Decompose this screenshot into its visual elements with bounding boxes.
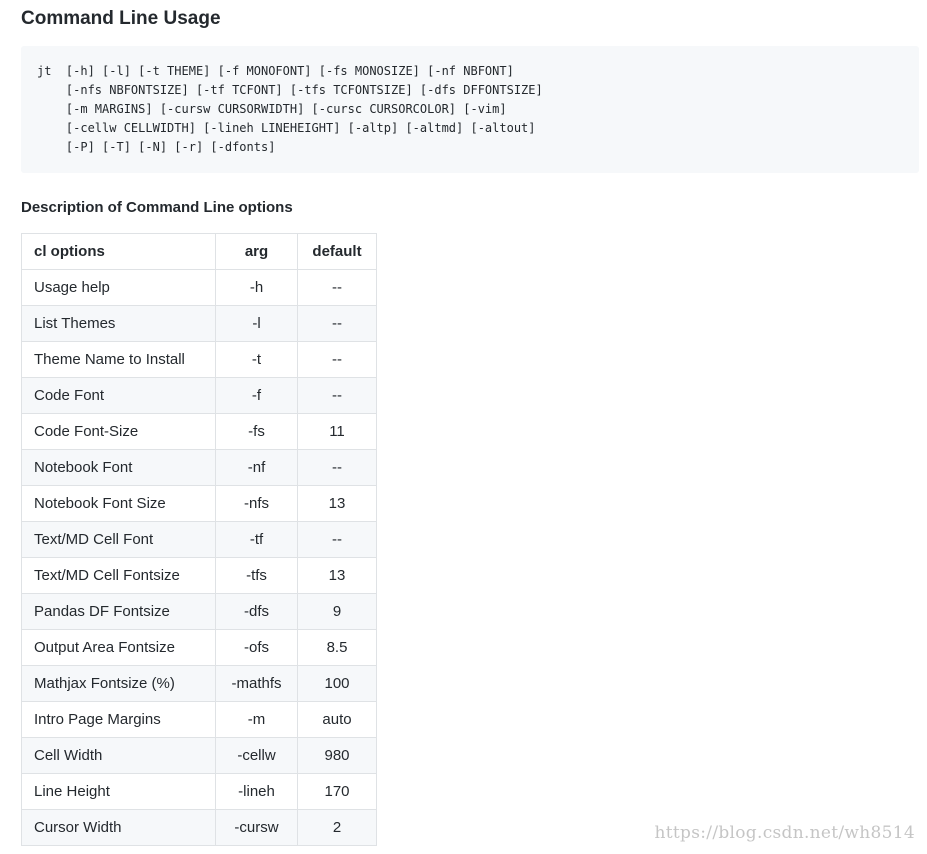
section-title: Description of Command Line options [21, 197, 293, 219]
option-arg-cell: -mathfs [216, 666, 298, 702]
option-default-cell: auto [298, 702, 377, 738]
option-arg-cell: -cellw [216, 738, 298, 774]
option-name-cell: Line Height [22, 774, 216, 810]
option-name-cell: Text/MD Cell Font [22, 522, 216, 558]
option-name-cell: Cursor Width [22, 810, 216, 846]
table-row: Text/MD Cell Fontsize-tfs13 [22, 558, 377, 594]
usage-code: jt [-h] [-l] [-t THEME] [-f MONOFONT] [-… [37, 62, 903, 157]
option-name-cell: Usage help [22, 270, 216, 306]
option-name-cell: Notebook Font [22, 450, 216, 486]
table-row: Notebook Font-nf-- [22, 450, 377, 486]
option-name-cell: Code Font [22, 378, 216, 414]
option-name-cell: Pandas DF Fontsize [22, 594, 216, 630]
usage-line: jt [-h] [-l] [-t THEME] [-f MONOFONT] [-… [37, 64, 514, 78]
option-arg-cell: -nfs [216, 486, 298, 522]
table-row: Intro Page Margins-mauto [22, 702, 377, 738]
option-name-cell: List Themes [22, 306, 216, 342]
option-name-cell: Theme Name to Install [22, 342, 216, 378]
table-row: Pandas DF Fontsize-dfs9 [22, 594, 377, 630]
table-row: Notebook Font Size-nfs13 [22, 486, 377, 522]
table-body: Usage help-h--List Themes-l--Theme Name … [22, 270, 377, 846]
option-default-cell: -- [298, 306, 377, 342]
option-arg-cell: -h [216, 270, 298, 306]
usage-line: [-cellw CELLWIDTH] [-lineh LINEHEIGHT] [… [37, 121, 536, 135]
option-default-cell: -- [298, 378, 377, 414]
page-title: Command Line Usage [21, 6, 221, 32]
option-name-cell: Code Font-Size [22, 414, 216, 450]
usage-code-block: jt [-h] [-l] [-t THEME] [-f MONOFONT] [-… [21, 46, 919, 173]
option-arg-cell: -f [216, 378, 298, 414]
option-name-cell: Intro Page Margins [22, 702, 216, 738]
option-name-cell: Cell Width [22, 738, 216, 774]
option-default-cell: 170 [298, 774, 377, 810]
option-arg-cell: -t [216, 342, 298, 378]
watermark-url: https://blog.csdn.net/wh8514 [655, 823, 915, 843]
option-arg-cell: -fs [216, 414, 298, 450]
option-default-cell: -- [298, 522, 377, 558]
option-default-cell: -- [298, 270, 377, 306]
option-name-cell: Notebook Font Size [22, 486, 216, 522]
table-row: Output Area Fontsize-ofs8.5 [22, 630, 377, 666]
table-header-row: cl options arg default [22, 234, 377, 270]
table-row: Cell Width-cellw980 [22, 738, 377, 774]
table-row: Line Height-lineh170 [22, 774, 377, 810]
option-arg-cell: -ofs [216, 630, 298, 666]
usage-line: [-nfs NBFONTSIZE] [-tf TCFONT] [-tfs TCF… [37, 83, 543, 97]
option-arg-cell: -lineh [216, 774, 298, 810]
option-name-cell: Text/MD Cell Fontsize [22, 558, 216, 594]
option-arg-cell: -tfs [216, 558, 298, 594]
option-default-cell: 100 [298, 666, 377, 702]
table-row: Text/MD Cell Font-tf-- [22, 522, 377, 558]
table-row: List Themes-l-- [22, 306, 377, 342]
usage-line: [-P] [-T] [-N] [-r] [-dfonts] [37, 140, 275, 154]
options-table: cl options arg default Usage help-h--Lis… [21, 233, 377, 846]
option-arg-cell: -nf [216, 450, 298, 486]
option-default-cell: 2 [298, 810, 377, 846]
option-default-cell: 980 [298, 738, 377, 774]
option-arg-cell: -cursw [216, 810, 298, 846]
option-arg-cell: -tf [216, 522, 298, 558]
table-header: cl options arg default [22, 234, 377, 270]
usage-line: [-m MARGINS] [-cursw CURSORWIDTH] [-curs… [37, 102, 507, 116]
option-default-cell: 8.5 [298, 630, 377, 666]
option-name-cell: Output Area Fontsize [22, 630, 216, 666]
option-arg-cell: -dfs [216, 594, 298, 630]
option-arg-cell: -m [216, 702, 298, 738]
option-name-cell: Mathjax Fontsize (%) [22, 666, 216, 702]
option-default-cell: 13 [298, 486, 377, 522]
option-arg-cell: -l [216, 306, 298, 342]
option-default-cell: 11 [298, 414, 377, 450]
option-default-cell: 13 [298, 558, 377, 594]
table-row: Theme Name to Install-t-- [22, 342, 377, 378]
table-row: Mathjax Fontsize (%)-mathfs100 [22, 666, 377, 702]
option-default-cell: -- [298, 450, 377, 486]
header-default: default [298, 234, 377, 270]
option-default-cell: 9 [298, 594, 377, 630]
header-arg: arg [216, 234, 298, 270]
table-row: Usage help-h-- [22, 270, 377, 306]
option-default-cell: -- [298, 342, 377, 378]
header-cl-options: cl options [22, 234, 216, 270]
table-row: Code Font-f-- [22, 378, 377, 414]
table-row: Code Font-Size-fs11 [22, 414, 377, 450]
table-row: Cursor Width-cursw2 [22, 810, 377, 846]
